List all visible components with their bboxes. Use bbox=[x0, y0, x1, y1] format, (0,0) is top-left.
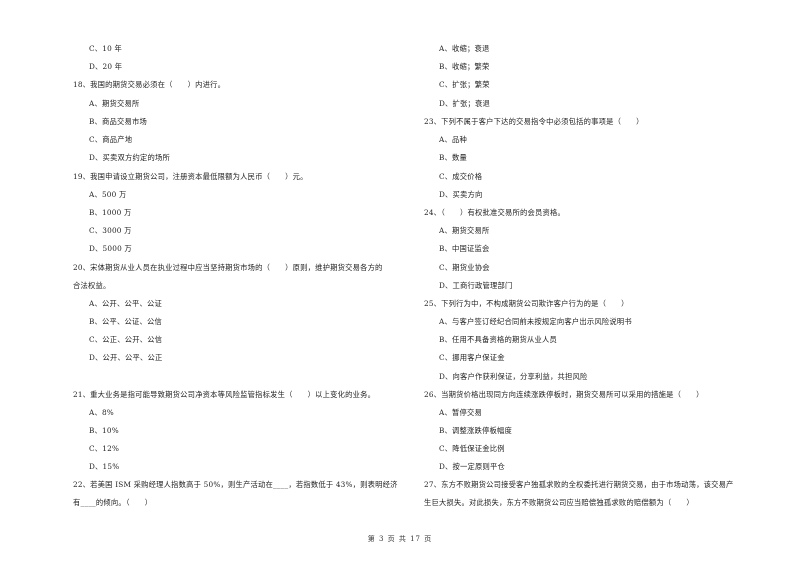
option-23c: C、成交价格 bbox=[439, 172, 483, 181]
option-26c: C、降低保证金比例 bbox=[439, 444, 505, 453]
question-22: 22、若美国 ISM 采购经理人指数高于 50%，则生产活动在____，若指数低… bbox=[73, 480, 398, 489]
option-19c: C、3000 万 bbox=[89, 226, 132, 235]
option-25b: B、任用不具备资格的期货从业人员 bbox=[439, 335, 558, 344]
question-23: 23、下列不属于客户下达的交易指令中必须包括的事项是（ ） bbox=[424, 117, 644, 126]
question-20: 20、宋体期货从业人员在执业过程中应当坚持期货市场的（ ）原则，维护期货交易各方… bbox=[73, 263, 383, 272]
option-26b: B、调整涨跌停板幅度 bbox=[439, 426, 513, 435]
option-25c: C、挪用客户保证金 bbox=[439, 353, 505, 362]
option-20a: A、公开、公平、公证 bbox=[89, 299, 162, 308]
option-18a: A、期货交易所 bbox=[89, 99, 140, 108]
question-27-cont: 生巨大损失。对此损失，东方不败期货公司应当赔偿独孤求败的赔偿额为（ ） bbox=[424, 498, 694, 507]
option-20b: B、公平、公证、公信 bbox=[89, 317, 163, 326]
option-18c: C、商品产地 bbox=[89, 135, 133, 144]
option-19d: D、5000 万 bbox=[89, 244, 132, 253]
option-26d: D、按一定原则平仓 bbox=[439, 462, 506, 471]
option-22c: C、扩张；繁荣 bbox=[439, 80, 490, 89]
option-21a: A、8% bbox=[89, 408, 114, 417]
option-18d: D、买卖双方约定的场所 bbox=[89, 153, 171, 162]
option-21b: B、10% bbox=[89, 426, 119, 435]
option-23d: D、买卖方向 bbox=[439, 190, 483, 199]
option-24b: B、中国证监会 bbox=[439, 244, 490, 253]
question-22-cont: 有____的倾向。（ ） bbox=[73, 498, 153, 507]
question-18: 18、我国的期货交易必须在（ ）内进行。 bbox=[73, 80, 226, 89]
question-27: 27、东方不败期货公司接受客户独孤求败的全权委托进行期货交易，由于市场动荡，该交… bbox=[424, 480, 734, 489]
option-17d: D、20 年 bbox=[89, 62, 123, 71]
option-20c: C、公正、公开、公信 bbox=[89, 335, 163, 344]
question-25: 25、下列行为中，不构成期货公司欺诈客户行为的是（ ） bbox=[424, 299, 629, 308]
option-20d: D、公开、公平、公正 bbox=[89, 353, 163, 362]
question-26: 26、当期货价格出现同方向连续涨跌停板时，期货交易所可以采用的措施是（ ） bbox=[424, 390, 704, 399]
option-25a: A、与客户签订经纪合同前未按规定向客户出示风险说明书 bbox=[439, 317, 632, 326]
option-21c: C、12% bbox=[89, 444, 120, 453]
option-26a: A、暂停交易 bbox=[439, 408, 482, 417]
option-18b: B、商品交易市场 bbox=[89, 117, 148, 126]
question-24: 24、（ ）有权批准交易所的会员资格。 bbox=[424, 208, 565, 217]
option-22b: B、收缩；繁荣 bbox=[439, 62, 490, 71]
document-page: C、10 年 D、20 年 18、我国的期货交易必须在（ ）内进行。 A、期货交… bbox=[0, 0, 800, 565]
option-22a: A、收缩；衰退 bbox=[439, 44, 490, 53]
option-22d: D、扩张；衰退 bbox=[439, 99, 491, 108]
page-number-footer: 第 3 页 共 17 页 bbox=[367, 535, 433, 543]
option-23a: A、品种 bbox=[439, 135, 467, 144]
option-21d: D、15% bbox=[89, 462, 120, 471]
option-24c: C、期货业协会 bbox=[439, 263, 490, 272]
option-19a: A、500 万 bbox=[89, 190, 127, 199]
option-19b: B、1000 万 bbox=[89, 208, 132, 217]
option-24d: D、工商行政管理部门 bbox=[439, 281, 513, 290]
option-17c: C、10 年 bbox=[89, 44, 122, 53]
question-19: 19、我国申请设立期货公司，注册资本最低限额为人民币（ ）元。 bbox=[73, 172, 308, 181]
question-21: 21、重大业务是指可能导致期货公司净资本等风险监管指标发生（ ）以上变化的业务。 bbox=[73, 390, 376, 399]
question-20-cont: 合法权益。 bbox=[73, 281, 111, 290]
option-25d: D、向客户作获利保证，分享利益，共担风险 bbox=[439, 372, 588, 381]
option-23b: B、数量 bbox=[439, 153, 468, 162]
option-24a: A、期货交易所 bbox=[439, 226, 490, 235]
